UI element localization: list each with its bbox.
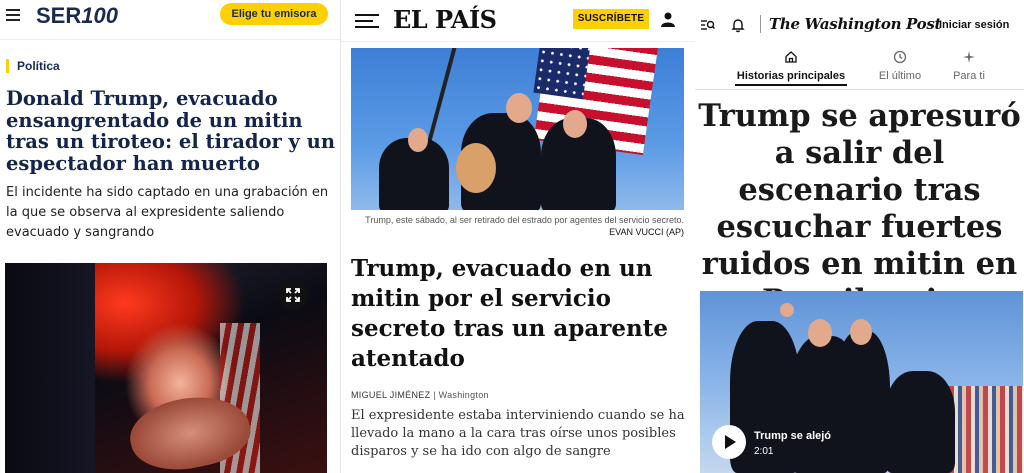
dateline: Washington [438, 390, 489, 400]
tab-for-you[interactable]: Para ti [941, 50, 997, 82]
clock-icon [865, 50, 935, 70]
home-icon [735, 50, 847, 70]
wapo-header: The Washington Post Iniciar sesión [695, 0, 1024, 50]
video-duration: 2:01 [754, 446, 774, 457]
ser-logo[interactable]: SER100 [36, 3, 118, 29]
hamburger-menu-icon[interactable] [355, 12, 379, 28]
search-menu-icon[interactable] [701, 18, 715, 32]
elpais-logo[interactable]: EL PAÍS [393, 5, 497, 34]
play-icon[interactable] [712, 425, 746, 459]
photo-credit: EVAN VUCCI (AP) [609, 227, 684, 237]
section-label[interactable]: Política [6, 59, 60, 73]
header-divider [760, 15, 761, 33]
user-icon[interactable] [660, 11, 676, 27]
lede: El incidente ha sido captado en una grab… [6, 185, 329, 240]
lede: El expresidente estaba interviniendo cua… [351, 408, 685, 459]
tab-latest[interactable]: El último [865, 50, 935, 82]
headline[interactable]: Trump se apresuró a salir del escenario … [695, 98, 1024, 320]
photo-caption: Trump, este sábado, al ser retirado del … [365, 215, 684, 237]
ser-header: SER100 Elige tu emisora [0, 0, 340, 40]
bell-icon[interactable] [730, 17, 746, 33]
headline[interactable]: Donald Trump, evacuado ensangrentado de … [6, 88, 336, 174]
author-name[interactable]: MIGUEL JIMÉNEZ [351, 390, 430, 400]
section-tabs: Historias principales El último Para ti [695, 50, 1024, 90]
ser-panel: SER100 Elige tu emisora Política Donald … [0, 0, 340, 473]
wapo-logo[interactable]: The Washington Post [769, 15, 941, 33]
tab-top-stories[interactable]: Historias principales [735, 50, 847, 86]
elpais-header: EL PAÍS SUSCRÍBETE [341, 0, 695, 42]
expand-icon[interactable] [278, 280, 308, 310]
elpais-panel: EL PAÍS SUSCRÍBETE Trump, este sábado, a… [341, 0, 695, 473]
choose-station-button[interactable]: Elige tu emisora [220, 3, 328, 25]
hamburger-menu-icon[interactable] [6, 8, 22, 22]
wapo-panel: The Washington Post Iniciar sesión Histo… [695, 0, 1024, 473]
signin-link[interactable]: Iniciar sesión [939, 19, 1009, 31]
subscribe-button[interactable]: SUSCRÍBETE [573, 9, 649, 29]
video-title[interactable]: Trump se alejó [754, 430, 831, 442]
article-photo[interactable] [351, 48, 684, 210]
headline[interactable]: Trump, evacuado en un mitin por el servi… [351, 254, 687, 374]
byline: MIGUEL JIMÉNEZ | Washington [351, 390, 489, 400]
video-thumbnail[interactable] [700, 291, 1023, 473]
sparkle-icon [941, 50, 997, 70]
